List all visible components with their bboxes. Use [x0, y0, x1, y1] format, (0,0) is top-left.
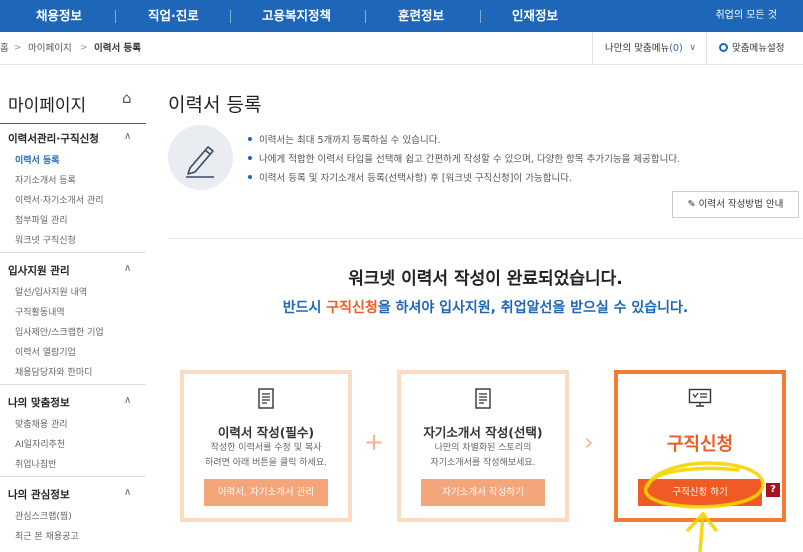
nav-util-link[interactable]: 취업의 모든 것	[715, 0, 777, 32]
sidebar-item-offers[interactable]: 입사제안/스크랩한 기업	[15, 325, 104, 338]
sidebar-divider	[0, 476, 146, 477]
sidebar-divider	[0, 384, 146, 385]
notice-item: 나에게 적합한 이력서 타입을 선택해 쉽고 간편하게 작성할 수 있으며, 다…	[248, 151, 680, 165]
step-apply-card: 구직신청 구직신청 하기	[614, 370, 786, 522]
section-divider	[168, 238, 803, 239]
chevron-right-icon: >	[14, 43, 22, 53]
resume-manage-button[interactable]: 이력서, 자기소개서 관리	[204, 479, 328, 506]
sidebar-item-compass[interactable]: 취업나침반	[15, 457, 56, 470]
step-apply-title: 구직신청	[666, 434, 734, 455]
nav-divider	[480, 10, 481, 23]
sidebar-divider	[0, 123, 146, 124]
nav-jobs[interactable]: 채용정보	[36, 0, 82, 32]
page-title: 이력서 등록	[168, 94, 262, 116]
sidebar-item-referral-history[interactable]: 알선/입사지원 내역	[15, 285, 87, 298]
home-icon[interactable]: ⌂	[122, 89, 132, 107]
sidebar-item-viewed-by[interactable]: 이력서 열람기업	[15, 345, 76, 358]
step-resume-desc: 작성한 이력서를 수정 및 복사 하려면 아래 버튼을 클릭 하세요.	[205, 443, 327, 468]
document-icon	[257, 388, 275, 414]
sidebar-item-ai-jobs[interactable]: AI일자리추천	[15, 437, 65, 450]
nav-divider	[230, 10, 231, 23]
monitor-icon	[688, 388, 712, 412]
nav-career[interactable]: 직업·진로	[148, 0, 199, 32]
resume-guide-button[interactable]: ✎ 이력서 작성방법 안내	[672, 191, 799, 218]
pencil-icon: ✎	[687, 199, 696, 210]
document-icon	[474, 388, 492, 414]
breadcrumb-current: 이력서 등록	[94, 43, 142, 54]
sidebar-item-scrap[interactable]: 관심스크랩(찜)	[15, 509, 72, 522]
sidebar-item-custom-jobs[interactable]: 맞춤채용 관리	[15, 417, 68, 430]
apply-required-post: 을 하셔야 입사지원, 취업알선을 받으실 수 있습니다.	[377, 300, 689, 316]
chevron-down-icon: ∨	[689, 43, 696, 53]
cover-write-button[interactable]: 자기소개서 작성하기	[421, 479, 545, 506]
sidebar-divider	[0, 252, 146, 253]
notice-item: 이력서 등록 및 자기소개서 등록(선택사항) 후 [워크넷 구직신청]이 가능…	[248, 170, 572, 184]
nav-talent[interactable]: 인재정보	[512, 0, 558, 32]
notice-text: 이력서는 최대 5개까지 등록하실 수 있습니다.	[259, 135, 441, 146]
chevron-up-icon[interactable]: ∧	[124, 131, 131, 142]
nav-divider	[115, 10, 116, 23]
step-resume-card: 이력서 작성(필수) 작성한 이력서를 수정 및 복사 하려면 아래 버튼을 클릭…	[180, 370, 352, 522]
my-menu-dropdown[interactable]: 나만의 맞춤메뉴(0) ∨	[592, 32, 706, 65]
completion-message: 워크넷 이력서 작성이 완료되었습니다.	[348, 269, 623, 289]
step-resume-title: 이력서 작성(필수)	[217, 425, 315, 440]
menu-settings-label: 맞춤메뉴설정	[732, 43, 785, 54]
sidebar-heading-applications[interactable]: 입사지원 관리	[8, 263, 70, 278]
sidebar-heading-interest[interactable]: 나의 관심정보	[8, 487, 70, 502]
breadcrumb-home[interactable]: 홈	[0, 32, 9, 65]
sidebar-title: 마이페이지	[8, 96, 87, 116]
step-cover-desc: 나만의 차별화된 스토리의 자기소개서를 작성해보세요.	[430, 443, 536, 468]
sidebar: 마이페이지 ⌂ 이력서관리·구직신청 ∧ 이력서 등록 자기소개서 등록 이력서…	[0, 66, 146, 552]
sidebar-item-cover-register[interactable]: 자기소개서 등록	[15, 173, 76, 186]
apply-required-message: 반드시 구직신청을 하셔야 입사지원, 취업알선을 받으실 수 있습니다.	[168, 297, 803, 317]
notice-text: 나에게 적합한 이력서 타입을 선택해 쉽고 간편하게 작성할 수 있으며, 다…	[259, 154, 681, 165]
sidebar-item-job-activity[interactable]: 구직활동내역	[15, 305, 65, 318]
sidebar-item-job-apply[interactable]: 워크넷 구직신청	[15, 233, 76, 246]
sidebar-item-attachments[interactable]: 첨부파일 관리	[15, 213, 68, 226]
breadcrumb-mypage[interactable]: 마이페이지	[28, 32, 72, 65]
job-apply-button[interactable]: 구직신청 하기	[638, 479, 762, 506]
nav-welfare[interactable]: 고용복지정책	[262, 0, 331, 32]
chevron-up-icon[interactable]: ∧	[124, 487, 131, 498]
sidebar-item-resume-register[interactable]: 이력서 등록	[15, 153, 60, 166]
gear-icon	[719, 43, 728, 52]
breadcrumb: 홈 > 마이페이지 > 이력서 등록 나만의 맞춤메뉴(0) ∨ 맞춤메뉴설정	[0, 32, 803, 65]
menu-settings-button[interactable]: 맞춤메뉴설정	[706, 32, 803, 65]
chevron-right-icon: ›	[584, 428, 594, 456]
sidebar-item-recruiter-chat[interactable]: 채용담당자와 한마디	[15, 365, 92, 378]
step-cover-card: 자기소개서 작성(선택) 나만의 차별화된 스토리의 자기소개서를 작성해보세요.…	[397, 370, 569, 522]
notice-text: 이력서 등록 및 자기소개서 등록(선택사항) 후 [워크넷 구직신청]이 가능…	[259, 173, 572, 184]
apply-required-highlight: 구직신청	[326, 300, 378, 316]
apply-required-pre: 반드시	[282, 300, 327, 316]
chevron-right-icon: >	[80, 43, 88, 53]
chevron-up-icon[interactable]: ∧	[124, 395, 131, 406]
pen-icon	[168, 125, 233, 190]
sidebar-heading-custom[interactable]: 나의 맞춤정보	[8, 395, 70, 410]
nav-divider	[365, 10, 366, 23]
sidebar-item-resume-manage[interactable]: 이력서·자기소개서 관리	[15, 193, 104, 206]
sidebar-heading-resume[interactable]: 이력서관리·구직신청	[8, 131, 99, 146]
my-menu-count: (0)	[669, 43, 683, 54]
chevron-up-icon[interactable]: ∧	[124, 263, 131, 274]
notice-item: 이력서는 최대 5개까지 등록하실 수 있습니다.	[248, 132, 440, 146]
my-menu-label: 나만의 맞춤메뉴	[605, 43, 670, 54]
resume-guide-label: 이력서 작성방법 안내	[698, 199, 784, 210]
help-icon[interactable]: ?	[766, 483, 780, 497]
nav-training[interactable]: 훈련정보	[398, 0, 444, 32]
sidebar-item-recent-jobs[interactable]: 최근 본 채용공고	[15, 529, 79, 542]
step-cover-title: 자기소개서 작성(선택)	[423, 425, 543, 440]
top-nav: 채용정보 직업·진로 고용복지정책 훈련정보 인재정보 취업의 모든 것	[0, 0, 803, 32]
plus-icon: +	[364, 428, 385, 456]
